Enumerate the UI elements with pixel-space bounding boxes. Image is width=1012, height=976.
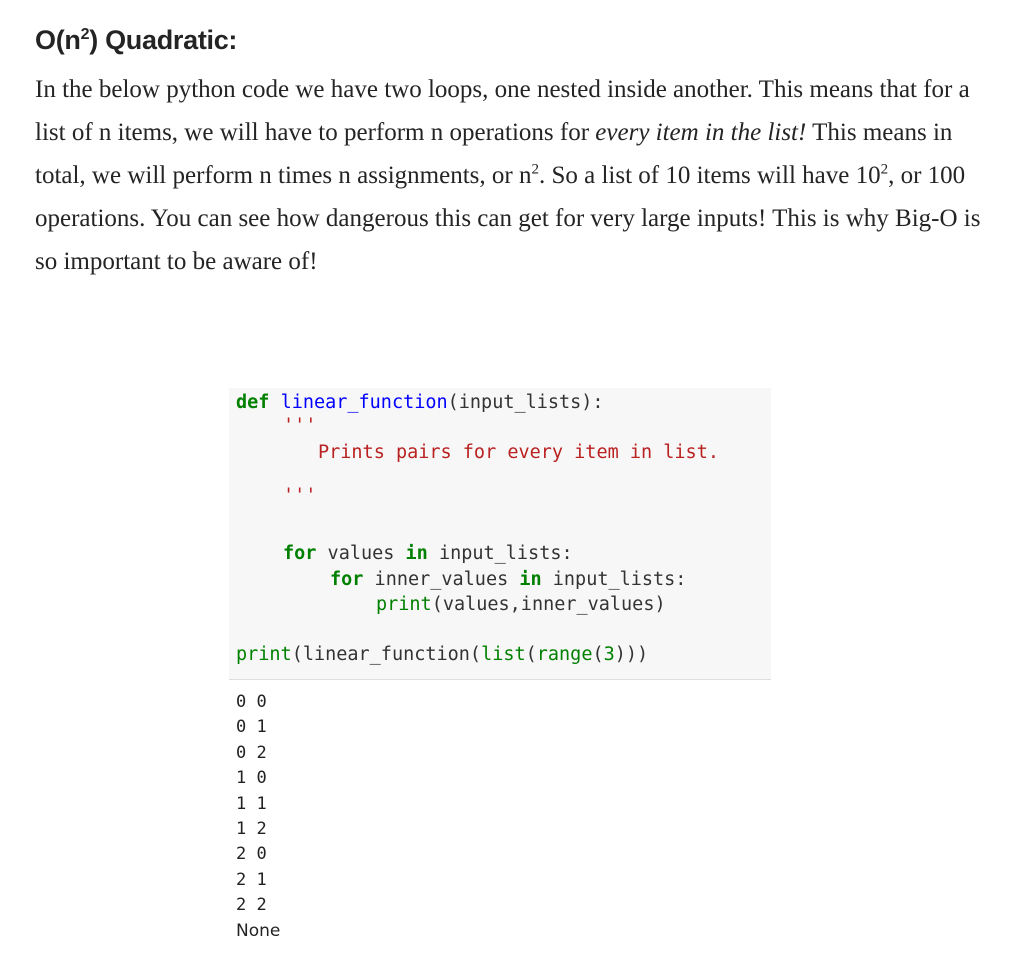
emphasis-text: every item in the list! (595, 119, 807, 146)
output-line: 2 1 (236, 869, 267, 890)
output-none: None (236, 920, 281, 941)
code-line-inner-for: for inner_values in input_lists: (330, 569, 687, 590)
output-line: 1 2 (236, 818, 267, 839)
docstring-text: Prints pairs for every item in list. (318, 442, 719, 463)
section-heading: O(n2) Quadratic: (35, 25, 238, 55)
output-line: 0 1 (236, 717, 267, 738)
code-line-outer-for: for values in input_lists: (283, 543, 573, 564)
docstring-open: ''' (283, 415, 317, 436)
code-line-call: print(linear_function(list(range(3))) (236, 644, 649, 665)
output-line: 0 2 (236, 742, 267, 763)
output-line: 1 1 (236, 793, 267, 814)
output-line: 2 0 (236, 844, 267, 865)
code-output: 0 0 0 1 0 2 1 0 1 1 1 2 2 0 2 1 2 2 None (236, 690, 280, 944)
docstring-close: ''' (283, 485, 317, 506)
code-line-print: print(values,inner_values) (376, 594, 666, 615)
output-line: 0 0 (236, 692, 267, 712)
output-line: 1 0 (236, 768, 267, 789)
output-line: 2 2 (236, 895, 267, 916)
code-line-def: def linear_function(input_lists): (236, 392, 604, 413)
code-cell: def linear_function(input_lists): ''' Pr… (229, 388, 771, 680)
explanation-paragraph: In the below python code we have two loo… (35, 76, 981, 275)
